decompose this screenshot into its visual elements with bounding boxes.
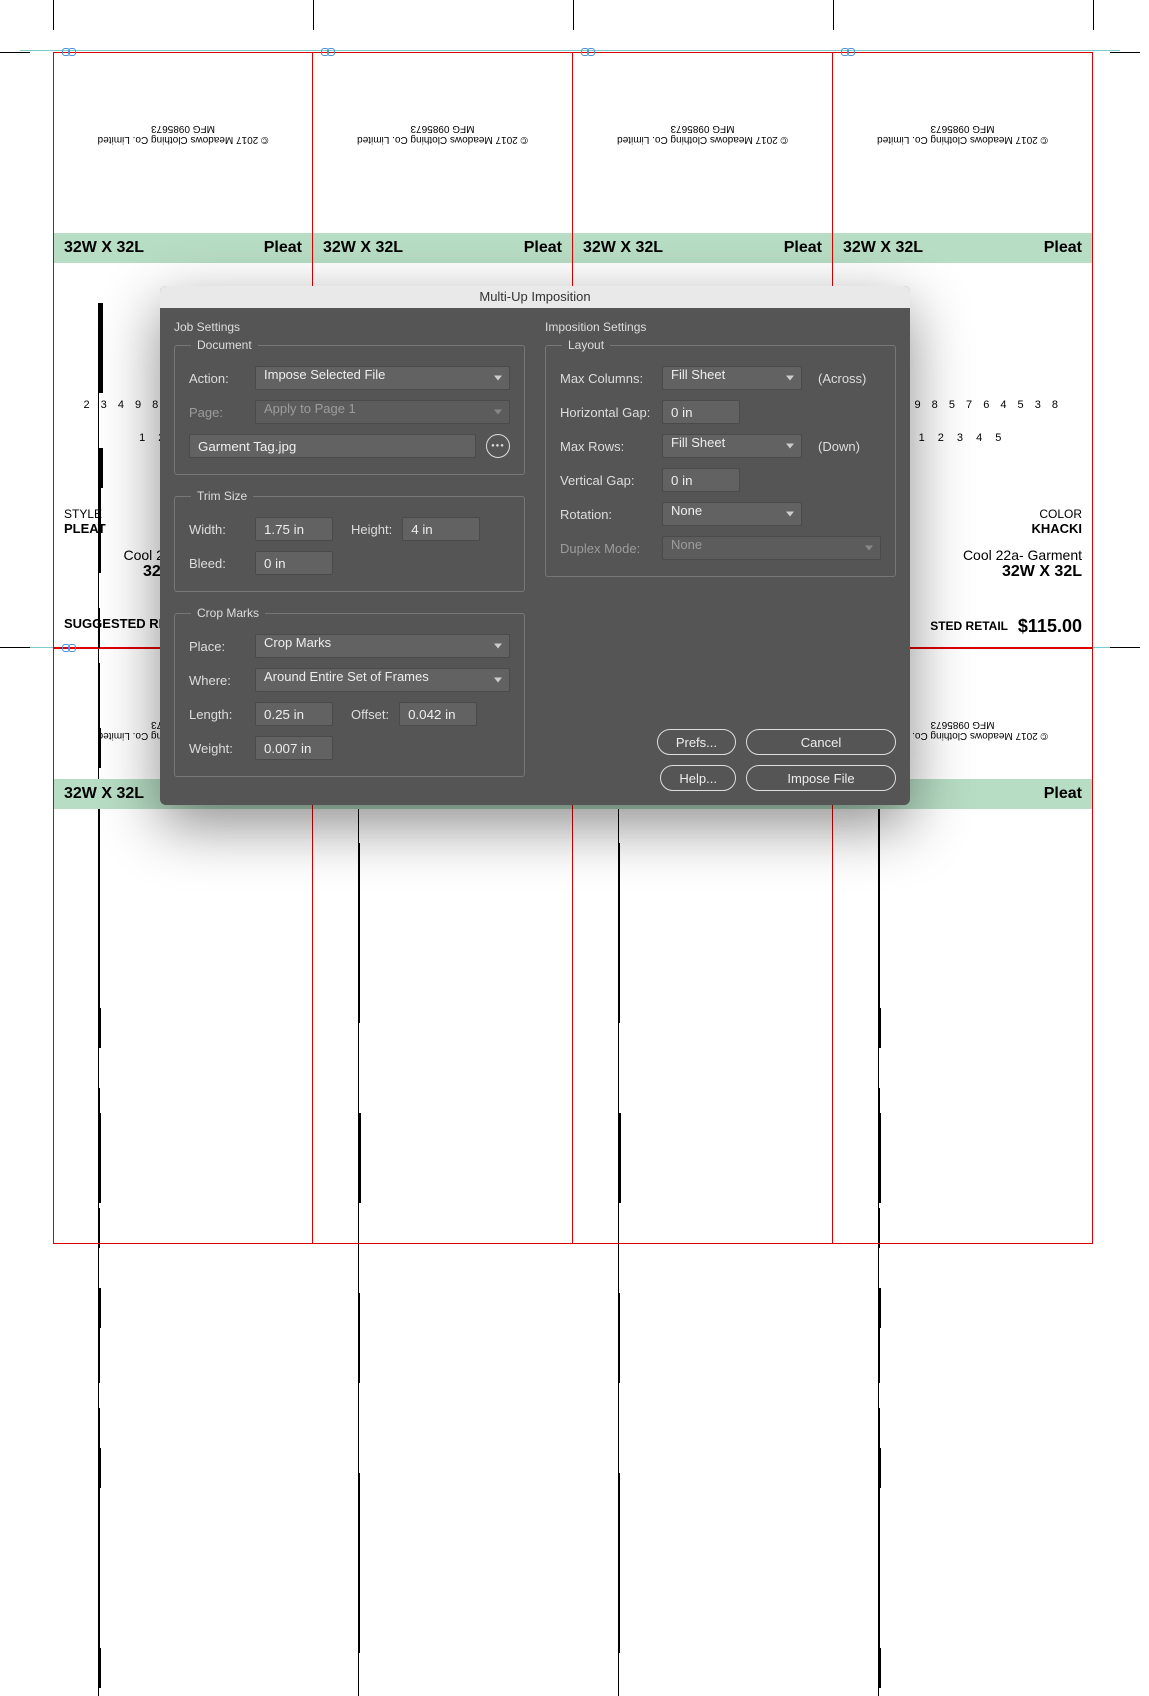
weight-label: Weight: xyxy=(189,741,245,756)
page-select: Apply to Page 1 xyxy=(255,400,510,424)
maxrows-label: Max Rows: xyxy=(560,439,652,454)
link-icon xyxy=(62,47,76,57)
across-label: (Across) xyxy=(818,371,866,386)
dialog-title: Multi-Up Imposition xyxy=(160,286,910,308)
impose-file-button[interactable]: Impose File xyxy=(746,765,896,791)
hgap-label: Horizontal Gap: xyxy=(560,405,652,420)
height-label: Height: xyxy=(351,522,392,537)
vgap-field[interactable] xyxy=(662,468,740,492)
height-field[interactable] xyxy=(402,517,480,541)
document-group: Document Action: Impose Selected File Pa… xyxy=(174,338,525,475)
maxrows-select[interactable]: Fill Sheet xyxy=(662,434,802,458)
where-select[interactable]: Around Entire Set of Frames xyxy=(255,668,510,692)
imposition-settings-header: Imposition Settings xyxy=(545,320,896,334)
trim-legend: Trim Size xyxy=(191,489,253,503)
where-label: Where: xyxy=(189,673,245,688)
width-field[interactable] xyxy=(255,517,333,541)
offset-label: Offset: xyxy=(351,707,389,722)
link-icon xyxy=(581,47,595,57)
prefs-button[interactable]: Prefs... xyxy=(657,729,736,755)
rotation-label: Rotation: xyxy=(560,507,652,522)
trim-group: Trim Size Width: Height: Bleed: xyxy=(174,489,525,592)
link-icon xyxy=(62,643,76,653)
duplex-label: Duplex Mode: xyxy=(560,541,652,556)
layout-legend: Layout xyxy=(562,338,610,352)
bleed-field[interactable] xyxy=(255,551,333,575)
crop-group: Crop Marks Place: Crop Marks Where: Arou… xyxy=(174,606,525,777)
weight-field[interactable] xyxy=(255,736,333,760)
layout-group: Layout Max Columns: Fill Sheet (Across) … xyxy=(545,338,896,577)
job-settings-header: Job Settings xyxy=(174,320,525,334)
duplex-select: None xyxy=(662,536,881,560)
document-legend: Document xyxy=(191,338,258,352)
hgap-field[interactable] xyxy=(662,400,740,424)
length-label: Length: xyxy=(189,707,245,722)
page-label: Page: xyxy=(189,405,245,420)
link-icon xyxy=(841,47,855,57)
help-button[interactable]: Help... xyxy=(660,765,736,791)
maxcols-select[interactable]: Fill Sheet xyxy=(662,366,802,390)
action-label: Action: xyxy=(189,371,245,386)
place-select[interactable]: Crop Marks xyxy=(255,634,510,658)
action-select[interactable]: Impose Selected File xyxy=(255,366,510,390)
link-icon xyxy=(321,47,335,57)
crop-legend: Crop Marks xyxy=(191,606,265,620)
length-field[interactable] xyxy=(255,702,333,726)
browse-button[interactable]: ●●● xyxy=(486,434,510,458)
place-label: Place: xyxy=(189,639,245,654)
cancel-button[interactable]: Cancel xyxy=(746,729,896,755)
maxcols-label: Max Columns: xyxy=(560,371,652,386)
width-label: Width: xyxy=(189,522,245,537)
offset-field[interactable] xyxy=(399,702,477,726)
vgap-label: Vertical Gap: xyxy=(560,473,652,488)
file-field[interactable] xyxy=(189,434,476,458)
bleed-label: Bleed: xyxy=(189,556,245,571)
multi-up-dialog: Multi-Up Imposition Job Settings Documen… xyxy=(160,286,910,805)
rotation-select[interactable]: None xyxy=(662,502,802,526)
down-label: (Down) xyxy=(818,439,860,454)
